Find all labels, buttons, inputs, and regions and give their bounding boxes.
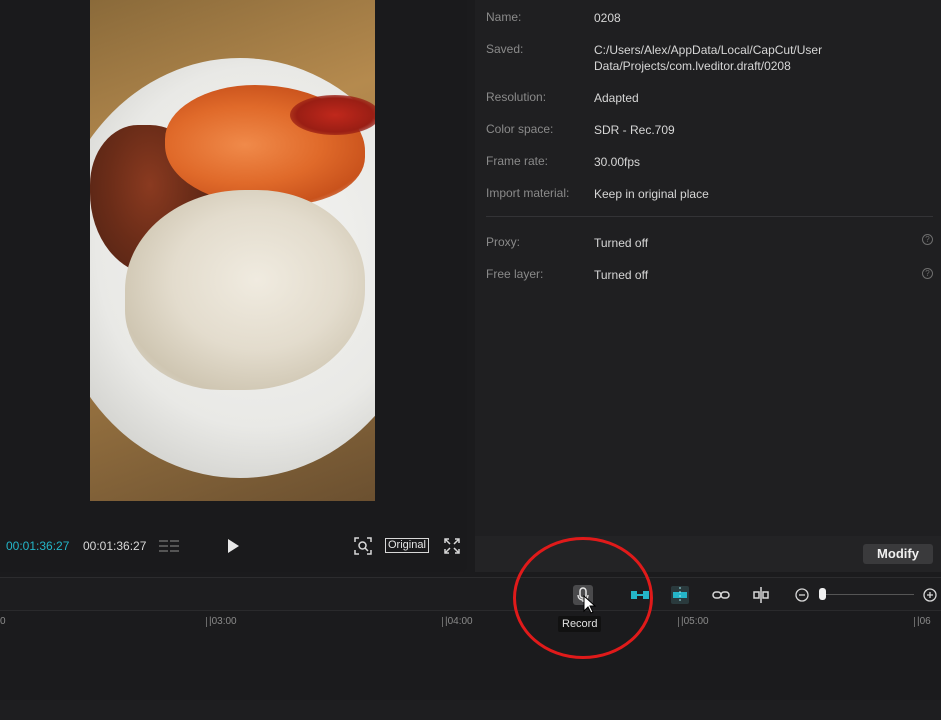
detail-label: Frame rate: xyxy=(486,154,549,168)
detail-value: Adapted xyxy=(594,91,639,105)
zoom-slider-handle[interactable] xyxy=(819,588,826,600)
ruler-tick-label: |05:00 xyxy=(678,616,709,627)
zoom-in-icon[interactable] xyxy=(920,585,940,605)
detail-label: Proxy: xyxy=(486,235,521,249)
detail-value: C:/Users/Alex/AppData/Local/CapCut/User … xyxy=(594,43,823,73)
detail-value: 30.00fps xyxy=(594,155,641,169)
proxy-help-icon[interactable]: ? xyxy=(922,234,933,245)
detail-label: Import material: xyxy=(486,186,570,200)
rice-image xyxy=(125,190,365,390)
play-icon[interactable] xyxy=(226,538,240,554)
modify-button[interactable]: Modify xyxy=(863,544,933,564)
ruler-tick-label: |04:00 xyxy=(442,616,473,627)
zoom-slider-track[interactable] xyxy=(822,594,914,595)
detail-value: Turned off xyxy=(594,268,649,282)
player-controls: 00:01:36:27 00:01:36:27 Original xyxy=(0,528,467,564)
detail-value: Keep in original place xyxy=(594,187,709,201)
capcut-window: 00:01:36:27 00:01:36:27 Original Name: 0… xyxy=(0,0,941,720)
fullscreen-icon[interactable] xyxy=(444,538,460,554)
detail-value: SDR - Rec.709 xyxy=(594,123,675,137)
timeline-ruler[interactable]: 0 |03:00 |04:00 |05:00 |06 xyxy=(0,610,941,700)
total-timecode: 00:01:36:27 xyxy=(83,539,147,553)
zoom-out-icon[interactable] xyxy=(792,585,812,605)
mouse-cursor-icon xyxy=(583,595,597,614)
timeline-toolbar xyxy=(0,577,941,610)
ruler-tick-label: 0 xyxy=(0,616,6,627)
original-ratio-button[interactable]: Original xyxy=(385,538,429,553)
detail-value: 0208 xyxy=(594,11,621,25)
detail-label: Name: xyxy=(486,10,522,24)
timeline-track-area[interactable] xyxy=(0,700,941,720)
detail-value: Turned off xyxy=(594,236,649,250)
draft-details-panel: Name: 0208 Saved: C:/Users/Alex/AppData/… xyxy=(475,0,941,572)
ruler-tick-label: |06 xyxy=(914,616,931,627)
detail-label: Free layer: xyxy=(486,267,544,281)
free-layer-help-icon[interactable]: ? xyxy=(922,268,933,279)
ruler-tick-label: |03:00 xyxy=(206,616,237,627)
grid-list-icon[interactable] xyxy=(158,538,180,554)
preview-axis-icon[interactable] xyxy=(751,585,771,605)
sauce-image xyxy=(290,95,375,135)
details-divider xyxy=(486,216,933,217)
detail-label: Color space: xyxy=(486,122,554,136)
current-timecode: 00:01:36:27 xyxy=(6,539,70,553)
video-player: 00:01:36:27 00:01:36:27 Original xyxy=(0,0,467,572)
detail-label: Saved: xyxy=(486,42,524,56)
screenshot-zoom-icon[interactable] xyxy=(354,537,372,555)
detail-label: Resolution: xyxy=(486,90,547,104)
main-track-magnet-icon[interactable] xyxy=(670,585,690,605)
video-preview[interactable] xyxy=(90,0,375,501)
link-icon[interactable] xyxy=(711,585,731,605)
